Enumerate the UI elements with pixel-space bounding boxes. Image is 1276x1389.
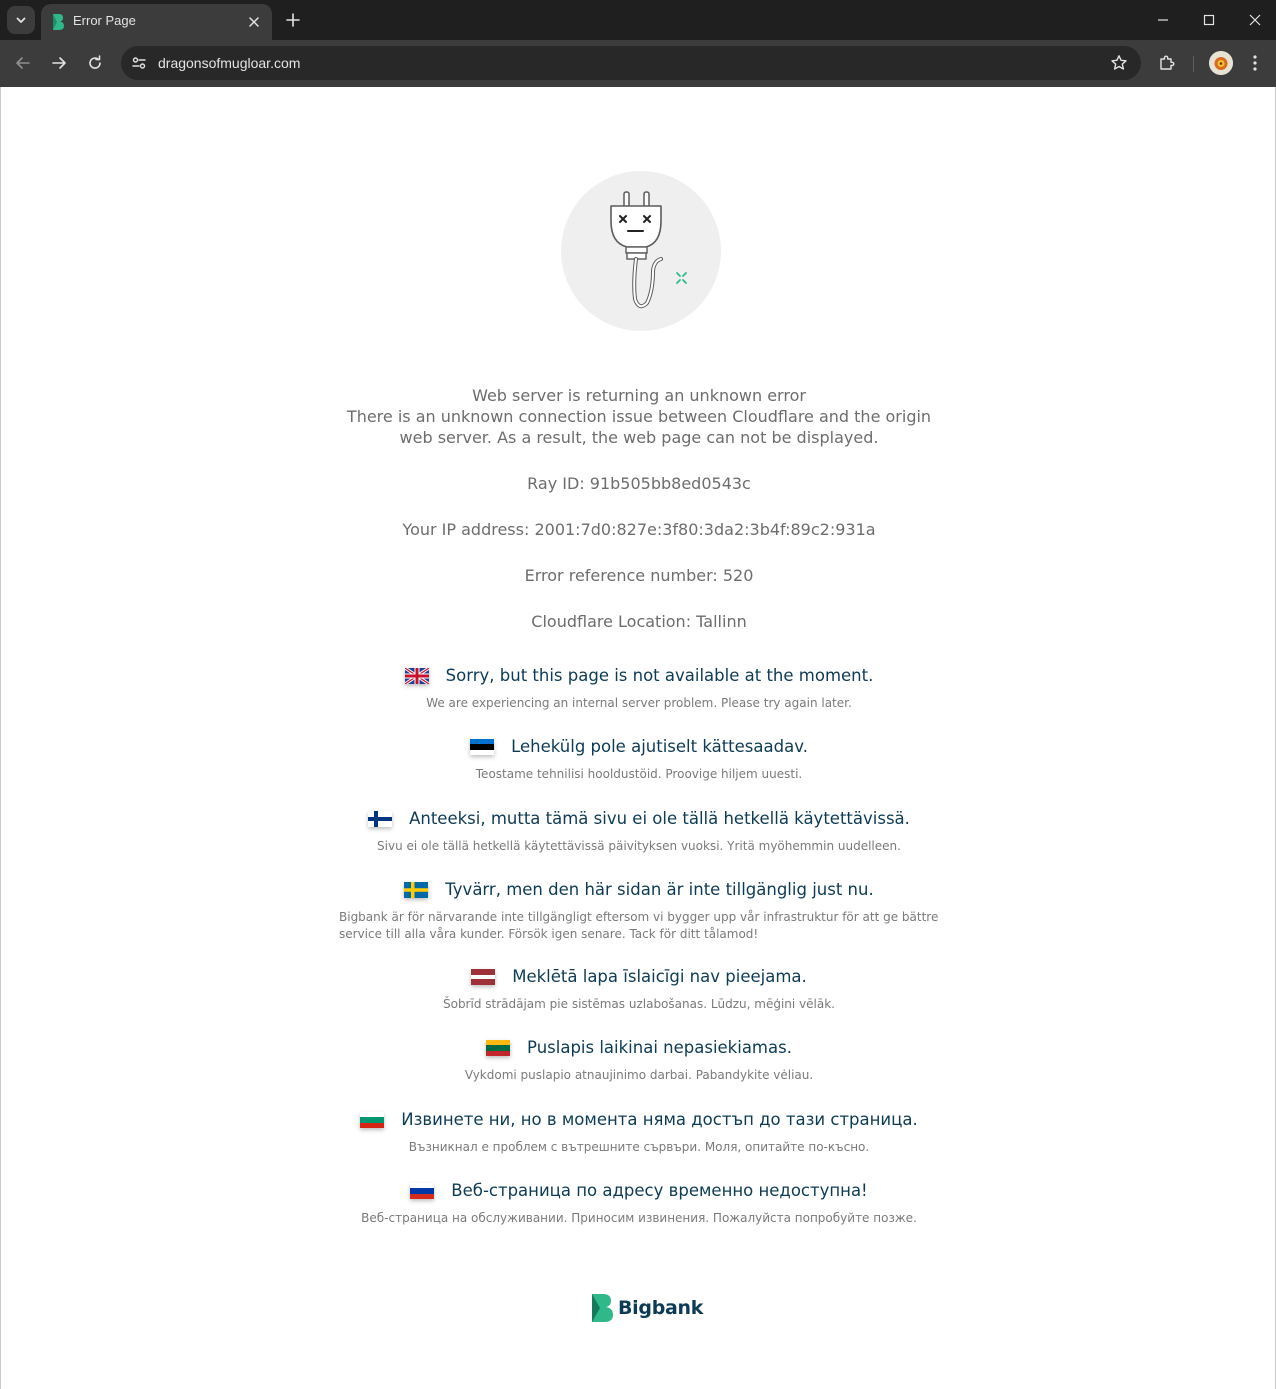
- russia-flag-icon: [410, 1183, 435, 1199]
- window-close-button[interactable]: [1232, 0, 1276, 40]
- message-subtitle: Vykdomi puslapio atnaujinimo darbai. Pab…: [464, 1068, 814, 1082]
- extensions-icon: [1160, 55, 1175, 70]
- message-subtitle: We are experiencing an internal server p…: [426, 696, 852, 710]
- maximize-button[interactable]: [1186, 0, 1232, 40]
- latvia-flag-icon: [471, 969, 496, 985]
- plus-icon: [286, 13, 300, 27]
- bigbank-favicon: [53, 14, 64, 30]
- reload-button[interactable]: [80, 48, 110, 78]
- message-subtitle: Веб-страница на обслуживании. Приносим и…: [361, 1211, 917, 1225]
- profile-avatar[interactable]: [1209, 51, 1233, 75]
- message-english: Sorry, but this page is not available at…: [301, 665, 977, 712]
- unplugged-plug-icon: [610, 191, 687, 309]
- message-title: Извинете ни, но в момента няма достъп до…: [401, 1110, 918, 1129]
- error-reference: Error reference number: 520: [524, 566, 754, 585]
- error-description-line-1: There is an unknown connection issue bet…: [346, 407, 932, 426]
- new-tab-button[interactable]: [281, 8, 305, 32]
- back-arrow-icon: [16, 57, 30, 69]
- message-swedish: Tyvärr, men den här sidan är inte tillgä…: [301, 879, 977, 943]
- star-icon: [1111, 55, 1127, 70]
- ip-address: Your IP address: 2001:7d0:827e:3f80:3da2…: [402, 520, 876, 539]
- active-tab[interactable]: Error Page: [41, 4, 272, 40]
- message-subtitle: Sivu ei ole tällä hetkellä käytettävissä…: [377, 839, 901, 853]
- lithuania-flag-icon: [486, 1040, 511, 1056]
- window-close-icon: [1249, 14, 1261, 26]
- message-title: Sorry, but this page is not available at…: [445, 666, 874, 685]
- tab-strip: Error Page: [0, 0, 1276, 40]
- error-illustration: [561, 171, 721, 331]
- error-heading: Web server is returning an unknown error: [472, 386, 806, 405]
- message-subtitle: Възникнал е проблем с вътрешните сървъри…: [408, 1140, 870, 1154]
- message-title: Meklētā lapa īslaicīgi nav pieejama.: [512, 967, 807, 986]
- message-finnish: Anteeksi, mutta tämä sivu ei ole tällä h…: [301, 808, 977, 855]
- message-latvian: Meklētā lapa īslaicīgi nav pieejama. Šob…: [301, 966, 977, 1013]
- browser-chrome: Error Page dragonsofmugloar.com: [0, 0, 1276, 87]
- message-title: Puslapis laikinai nepasiekiamas.: [527, 1038, 792, 1057]
- profile-avatar-icon: [1209, 51, 1233, 75]
- chevron-down-icon: [16, 17, 26, 23]
- message-lithuanian: Puslapis laikinai nepasiekiamas. Vykdomi…: [301, 1037, 977, 1084]
- tab-search-button[interactable]: [7, 6, 35, 34]
- bookmark-button[interactable]: [1109, 53, 1129, 73]
- estonia-flag-icon: [470, 739, 495, 755]
- site-info-icon: [132, 57, 146, 69]
- close-icon: [249, 17, 259, 27]
- bigbank-logo-mark: [592, 1294, 613, 1322]
- cloudflare-error-details: Web server is returning an unknown error…: [339, 385, 939, 632]
- maximize-icon: [1203, 14, 1215, 26]
- bigbank-logo-text: Bigbank: [618, 1297, 704, 1319]
- tab-title: Error Page: [73, 13, 136, 28]
- ray-id: Ray ID: 91b505bb8ed0543c: [527, 474, 751, 493]
- address-bar[interactable]: dragonsofmugloar.com: [121, 46, 1141, 80]
- toolbar-separator: [1193, 56, 1194, 72]
- reload-icon: [89, 55, 101, 69]
- uk-flag-icon: [404, 668, 429, 684]
- url-text[interactable]: dragonsofmugloar.com: [158, 55, 300, 71]
- message-subtitle: Teostame tehnilisi hooldustöid. Proovige…: [475, 767, 803, 781]
- finland-flag-icon: [368, 811, 393, 827]
- message-subtitle: Bigbank är för närvarande inte tillgängl…: [339, 910, 939, 941]
- back-button[interactable]: [8, 48, 38, 78]
- forward-arrow-icon: [52, 57, 66, 69]
- sweden-flag-icon: [404, 882, 429, 898]
- message-subtitle: Šobrīd strādājam pie sistēmas uzlabošana…: [442, 997, 835, 1011]
- cloudflare-location: Cloudflare Location: Tallinn: [531, 612, 747, 631]
- page-content: Web server is returning an unknown error…: [0, 87, 1276, 1389]
- message-russian: Веб-страница по адресу временно недоступ…: [301, 1180, 977, 1227]
- message-title: Tyvärr, men den här sidan är inte tillgä…: [445, 880, 874, 899]
- error-description-line-2: web server. As a result, the web page ca…: [399, 428, 879, 447]
- bulgaria-flag-icon: [360, 1112, 385, 1128]
- forward-button[interactable]: [44, 48, 74, 78]
- bigbank-logo: Bigbank: [590, 1293, 703, 1323]
- site-info-button[interactable]: [127, 51, 151, 75]
- minimize-button[interactable]: [1140, 0, 1186, 40]
- message-title: Веб-страница по адресу временно недоступ…: [451, 1181, 868, 1200]
- tab-close-button[interactable]: [244, 12, 264, 32]
- browser-menu-button[interactable]: [1240, 48, 1270, 78]
- extensions-button[interactable]: [1152, 48, 1182, 78]
- message-title: Lehekülg pole ajutiselt kättesaadav.: [511, 737, 808, 756]
- message-bulgarian: Извинете ни, но в момента няма достъп до…: [301, 1109, 977, 1156]
- minimize-icon: [1158, 19, 1168, 21]
- browser-toolbar: dragonsofmugloar.com: [0, 40, 1276, 87]
- message-title: Anteeksi, mutta tämä sivu ei ole tällä h…: [409, 809, 910, 828]
- menu-dots-icon: [1253, 55, 1257, 71]
- message-estonian: Lehekülg pole ajutiselt kättesaadav. Teo…: [301, 736, 977, 783]
